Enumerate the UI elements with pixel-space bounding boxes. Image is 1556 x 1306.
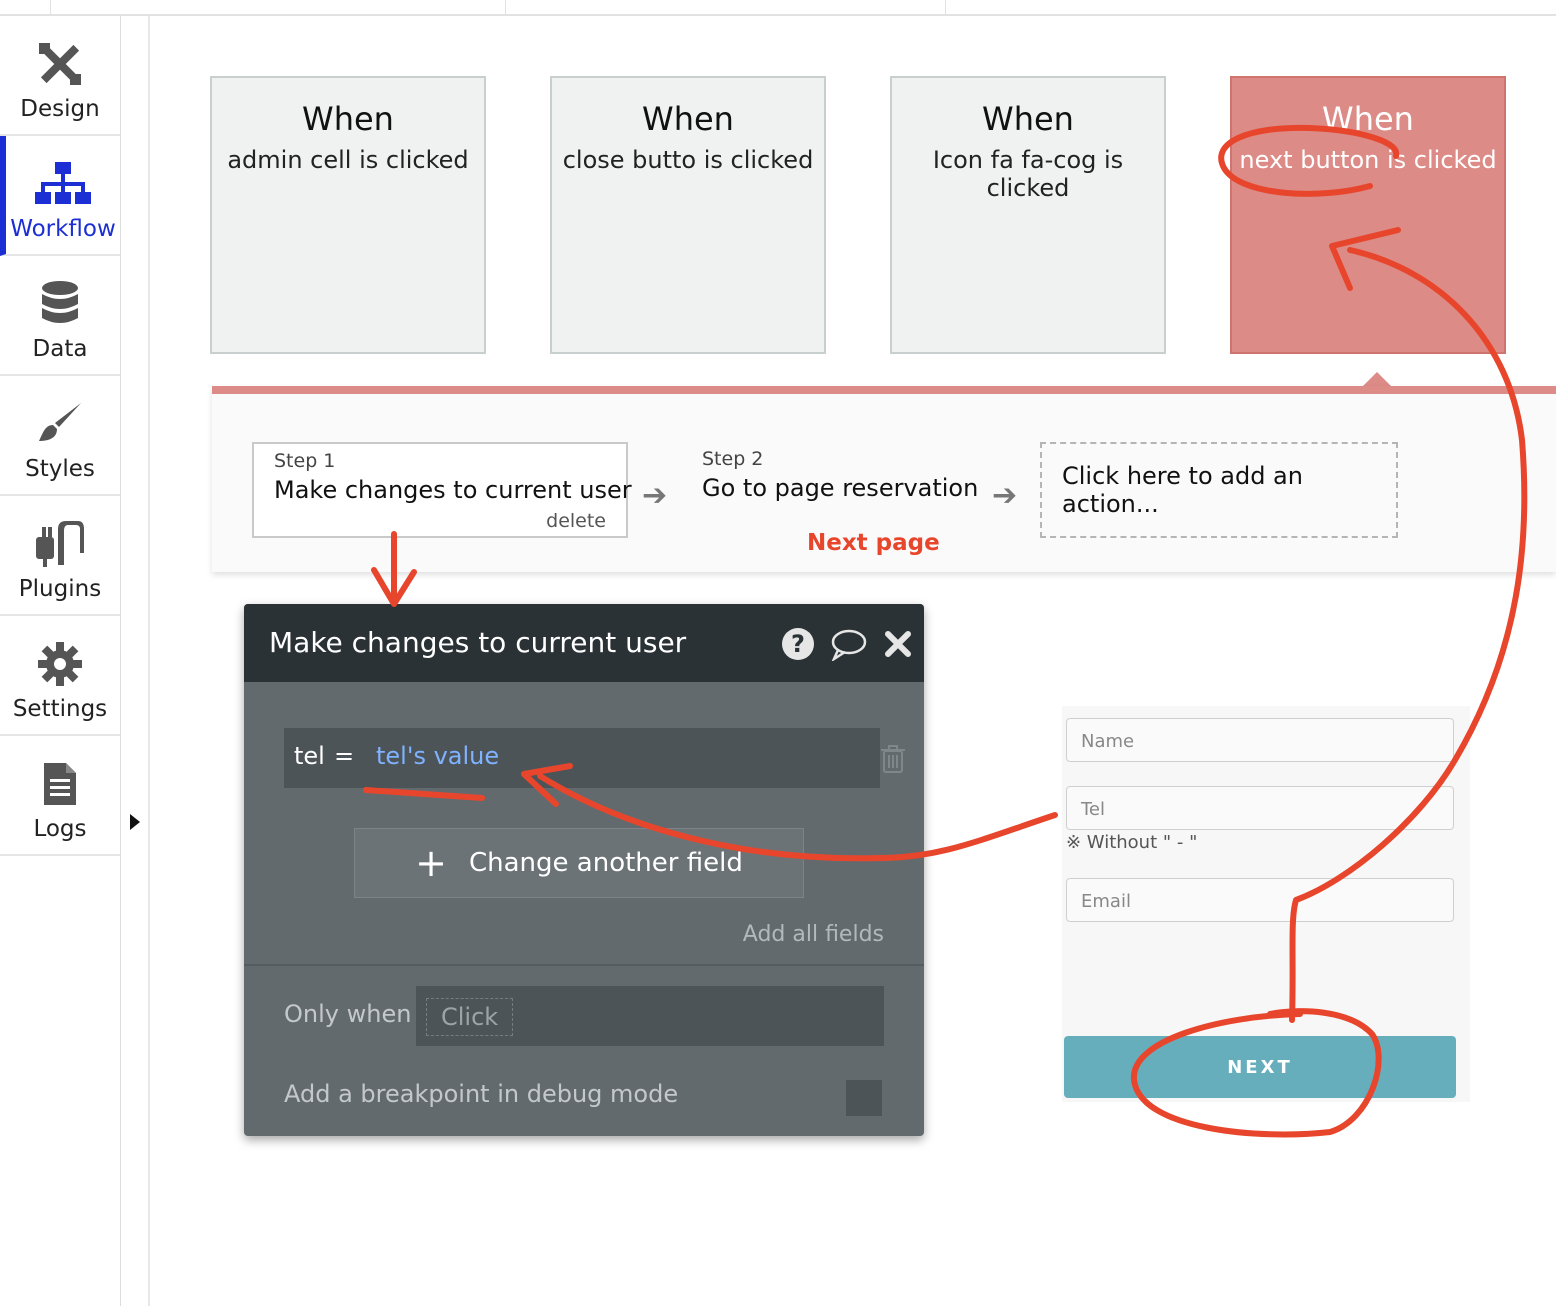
tel-input[interactable]: Tel (1066, 786, 1454, 830)
sidebar-item-logs[interactable]: Logs (0, 736, 120, 856)
only-when-condition-input[interactable]: Click (416, 986, 884, 1046)
collapse-sidebar-arrow-icon[interactable] (130, 814, 140, 830)
step-label: Step 2 (702, 448, 764, 470)
delete-step-link[interactable]: delete (546, 510, 606, 532)
event-description: admin cell is clicked (227, 146, 469, 174)
field-value-expression[interactable]: tel's value (376, 742, 499, 770)
document-icon (0, 758, 120, 810)
workflow-step-1[interactable]: Step 1 Make changes to current user dele… (252, 442, 632, 538)
add-all-fields-link[interactable]: Add all fields (743, 922, 884, 947)
top-bar-divider (505, 0, 506, 14)
event-when-label: When (302, 100, 394, 138)
gear-icon (0, 638, 120, 690)
event-description: next button is clicked (1239, 146, 1497, 174)
event-when-label: When (1322, 100, 1414, 138)
sidebar-item-label: Plugins (18, 576, 102, 602)
event-description: close butto is clicked (562, 146, 814, 174)
step-title: Make changes to current user (274, 476, 632, 504)
top-bar (0, 0, 1556, 16)
event-when-label: When (982, 100, 1074, 138)
annotation-next-page: Next page (807, 530, 940, 556)
event-card[interactable]: When close butto is clicked (550, 76, 826, 354)
email-input[interactable]: Email (1066, 878, 1454, 922)
action-property-panel: Make changes to current user ? tel = tel… (244, 604, 924, 1136)
sidebar-item-label: Workflow (10, 216, 116, 242)
selected-event-pointer (1362, 372, 1392, 387)
plus-icon: + (415, 841, 447, 885)
workflow-actions-strip: Step 1 Make changes to current user dele… (212, 386, 1556, 572)
help-icon[interactable]: ? (780, 626, 816, 662)
field-assignment-row[interactable]: tel = tel's value (284, 728, 880, 788)
breakpoint-label: Add a breakpoint in debug mode (284, 1080, 679, 1108)
sidebar-item-label: Styles (25, 456, 95, 482)
only-when-label: Only when (284, 1000, 412, 1028)
top-bar-divider (50, 0, 51, 14)
panel-title: Make changes to current user (269, 626, 687, 659)
sidebar-item-label: Design (20, 96, 100, 122)
change-another-field-button[interactable]: + Change another field (354, 828, 804, 898)
trash-icon[interactable] (880, 744, 906, 774)
panel-divider (244, 964, 924, 966)
svg-text:?: ? (791, 630, 805, 658)
change-another-field-label: Change another field (468, 848, 743, 878)
arrow-right-icon: ➔ (992, 478, 1018, 513)
sidebar-item-label: Logs (33, 816, 87, 842)
design-icon (0, 38, 120, 90)
comment-icon[interactable] (830, 626, 868, 662)
brush-icon (0, 398, 120, 450)
sidebar-item-label: Settings (12, 696, 108, 722)
event-card-selected[interactable]: When next button is clicked (1230, 76, 1506, 354)
plug-icon (0, 518, 120, 570)
sidebar-item-label: Data (32, 336, 88, 362)
workflow-step-2[interactable]: Step 2 Go to page reservation (682, 442, 982, 538)
field-name: tel (294, 742, 325, 770)
arrow-right-icon: ➔ (642, 478, 668, 513)
step-label: Step 1 (274, 450, 336, 472)
sidebar-item-data[interactable]: Data (0, 256, 120, 376)
workflow-icon (6, 158, 120, 210)
breakpoint-checkbox[interactable] (846, 1080, 882, 1116)
sidebar-item-styles[interactable]: Styles (0, 376, 120, 496)
next-button[interactable]: NEXT (1064, 1036, 1456, 1098)
only-when-placeholder: Click (426, 998, 514, 1036)
canvas-border (148, 16, 150, 1306)
add-action-placeholder[interactable]: Click here to add an action... (1040, 442, 1398, 538)
field-equals: = (334, 742, 355, 770)
event-when-label: When (642, 100, 734, 138)
sidebar-item-settings[interactable]: Settings (0, 616, 120, 736)
sidebar-item-workflow[interactable]: Workflow (0, 136, 120, 256)
top-bar-divider (945, 0, 946, 14)
event-description: Icon fa fa-cog is clicked (932, 146, 1124, 202)
sidebar: Design Workflow Data Styles Plugins Sett… (0, 16, 121, 1306)
name-input[interactable]: Name (1066, 718, 1454, 762)
event-card[interactable]: When Icon fa fa-cog is clicked (890, 76, 1166, 354)
close-icon[interactable] (880, 626, 916, 662)
event-card[interactable]: When admin cell is clicked (210, 76, 486, 354)
tel-hint: ※ Without " - " (1066, 832, 1198, 853)
step-title: Go to page reservation (702, 474, 979, 502)
page-preview-form: Name Tel ※ Without " - " Email NEXT (1062, 706, 1470, 1102)
database-icon (0, 278, 120, 330)
panel-header: Make changes to current user ? (244, 604, 924, 682)
sidebar-item-plugins[interactable]: Plugins (0, 496, 120, 616)
sidebar-item-design[interactable]: Design (0, 16, 120, 136)
